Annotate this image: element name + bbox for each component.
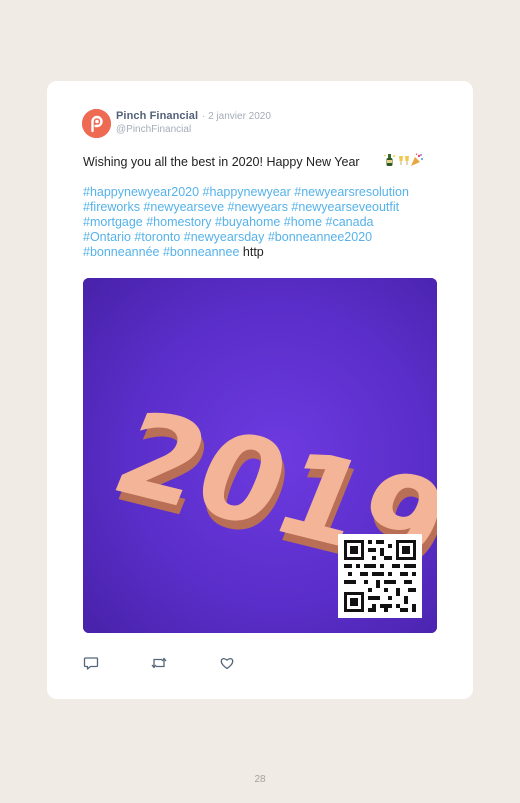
- qr-code-icon: [344, 540, 416, 612]
- author-name[interactable]: Pinch Financial: [116, 110, 198, 122]
- pinch-logo-icon: [82, 109, 111, 138]
- qr-code[interactable]: [338, 534, 422, 618]
- hashtag-line-last: #bonneannée #bonneannee http: [83, 245, 443, 260]
- tweet-card: Pinch Financial · 2 janvier 2020 @PinchF…: [47, 81, 473, 699]
- post-link[interactable]: http: [243, 245, 264, 259]
- post-text: Wishing you all the best in 2020! Happy …: [83, 155, 360, 169]
- clinking-glasses-icon: [397, 153, 411, 170]
- hashtag-line[interactable]: #mortgage #homestory #buyahome #home #ca…: [83, 215, 443, 230]
- reply-icon[interactable]: [83, 655, 99, 671]
- hashtag-line[interactable]: #fireworks #newyearseve #newyears #newye…: [83, 200, 443, 215]
- tweet-actions: [47, 655, 473, 673]
- page-number: 28: [254, 774, 266, 785]
- heart-icon[interactable]: [219, 655, 235, 671]
- hashtag-pair[interactable]: #bonneannée #bonneannee: [83, 245, 239, 259]
- retweet-icon[interactable]: [150, 655, 167, 671]
- post-image[interactable]: 2019 2019: [83, 278, 437, 633]
- bottle-icon: [383, 153, 397, 170]
- hashtags-block: #happynewyear2020 #happynewyear #newyear…: [83, 185, 443, 260]
- hashtag-line[interactable]: #Ontario #toronto #newyearsday #bonneann…: [83, 230, 443, 245]
- post-date[interactable]: · 2 janvier 2020: [202, 111, 271, 122]
- party-popper-icon: [410, 153, 424, 170]
- author-handle[interactable]: @PinchFinancial: [116, 124, 191, 135]
- avatar[interactable]: [82, 109, 111, 138]
- hashtag-line[interactable]: #happynewyear2020 #happynewyear #newyear…: [83, 185, 443, 200]
